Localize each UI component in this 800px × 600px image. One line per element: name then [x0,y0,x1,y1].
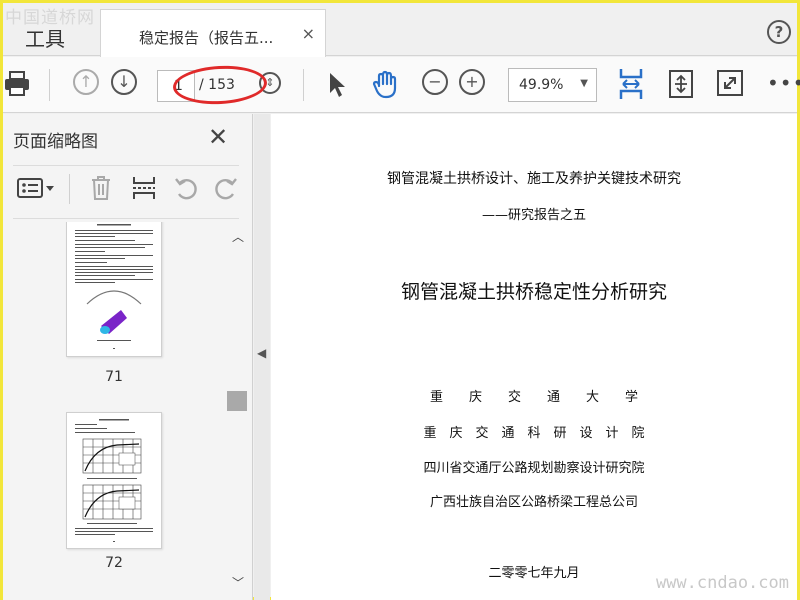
tab-close-icon[interactable]: × [302,24,315,43]
doc-subtitle: 钢管混凝土拱桥设计、施工及养护关键技术研究 [387,171,681,187]
hand-icon[interactable] [371,70,401,104]
close-icon[interactable]: ✕ [208,123,228,151]
zoom-value: 49.9% [519,77,564,93]
tab-document-label: 稳定报告（报告五... [139,29,274,47]
trash-icon[interactable] [89,175,113,206]
toolbar-divider [49,69,50,101]
page-down-icon[interactable]: ↓ [111,69,137,95]
doc-institution: 广西壮族自治区公路桥梁工程总公司 [429,495,638,510]
thumbnail-panel: 页面缩略图 ✕ 71 72 ︿ ﹀ [3,114,253,600]
more-icon[interactable]: ••• [767,71,800,95]
zoom-in-icon[interactable]: + [459,69,485,95]
panel-divider [13,165,239,166]
doc-institution: 四川省交通厅公路规划勘察设计研究院 [423,461,645,476]
thumbnail-list: 71 72 [3,222,229,600]
watermark-bottom: www.cndao.com [655,573,789,593]
toolbar-divider [303,69,304,101]
tab-document[interactable]: 稳定报告（报告五... × [100,9,326,57]
panel-title: 页面缩略图 [13,132,98,152]
zoom-out-icon[interactable]: − [422,69,448,95]
print-icon[interactable] [5,70,31,102]
zoom-select[interactable]: 49.9% ▼ [508,68,597,102]
panel-divider [13,218,239,219]
chevron-down-icon: ▼ [580,78,588,89]
pointer-icon[interactable] [327,71,347,103]
panel-collapse-strip[interactable]: ◀ [254,114,270,600]
rotate-ccw-icon[interactable] [173,175,199,206]
rotate-cw-icon[interactable] [213,175,239,206]
collapse-left-icon[interactable]: ◀ [257,346,266,360]
full-screen-icon[interactable] [717,70,743,100]
doc-institution: 重 庆 交 通 科 研 设 计 院 [423,426,645,441]
thumbnail-label: 72 [105,555,123,571]
thumbnail-scrollbar[interactable]: ︿ ﹀ [227,226,247,596]
thumbnail-label: 71 [105,369,123,385]
scroll-up-icon[interactable]: ︿ [232,228,244,245]
help-icon[interactable]: ? [767,20,791,44]
doc-title: 钢管混凝土拱桥稳定性分析研究 [400,281,667,303]
page-up-icon[interactable]: ↑ [73,69,99,95]
doc-series: ——研究报告之五 [481,208,586,223]
scroll-thumb[interactable] [227,391,247,411]
tab-bar: 工具 稳定报告（报告五... × ? [3,3,797,57]
fit-width-icon[interactable] [617,67,645,105]
page-thumbnail[interactable] [66,412,162,549]
fit-page-icon[interactable] [668,69,694,103]
watermark-top: 中国道桥网 [5,8,95,28]
thumbnail-options-icon[interactable] [17,177,55,204]
insert-page-icon[interactable] [131,175,157,206]
scroll-down-icon[interactable]: ﹀ [232,574,244,591]
document-page: 钢管混凝土拱桥设计、施工及养护关键技术研究 ——研究报告之五 钢管混凝土拱桥稳定… [271,114,797,600]
toolbar: ↑ ↓ 1 / 153 ⇕ − + 49.9% ▼ •• [3,57,800,113]
panel-divider [69,174,70,204]
page-thumbnail[interactable] [66,222,162,357]
doc-institution: 重 庆 交 通 大 学 [429,390,638,405]
